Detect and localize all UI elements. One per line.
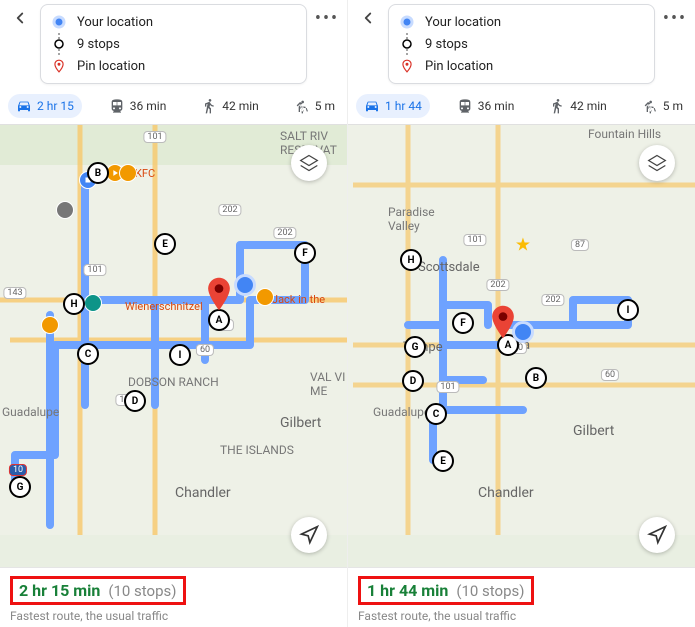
travel-modes: 1 hr 44 36 min 42 min 5 m	[348, 90, 695, 125]
stop-marker-h: H	[400, 249, 422, 271]
stop-marker-d: D	[402, 370, 424, 392]
route-shield: 60	[601, 369, 619, 381]
route-start-label: Your location	[77, 15, 153, 30]
mode-drive-time: 2 hr 15	[37, 99, 74, 113]
route-shield: 101	[143, 131, 166, 143]
mode-transit-time: 36 min	[478, 99, 515, 113]
mode-drive-time: 1 hr 44	[385, 99, 422, 113]
route-stops-label: 9 stops	[77, 37, 120, 52]
recenter-button[interactable]	[291, 517, 327, 553]
route-shield: 202	[273, 227, 296, 239]
overflow-menu-button[interactable]: •••	[313, 4, 341, 32]
mode-transit[interactable]: 36 min	[449, 94, 523, 118]
route-subtitle: Fastest route, the usual traffic	[358, 609, 685, 623]
map-canvas[interactable]: SALT RIV RESERVAT DOBSON RANCH VAL VI ME…	[0, 125, 347, 567]
mode-ride-time: 5 m	[315, 99, 335, 113]
route-card[interactable]: Your location 9 stops Pin location	[388, 4, 655, 84]
route-start-label: Your location	[425, 15, 501, 30]
top-bar: Your location 9 stops Pin location •••	[348, 0, 695, 84]
map-canvas[interactable]: Fountain Hills Paradise Valley Scottsdal…	[348, 125, 695, 567]
stop-marker-e: E	[432, 450, 454, 472]
mode-drive[interactable]: 2 hr 15	[8, 94, 82, 118]
eta-text: 1 hr 44 min	[367, 581, 448, 600]
mode-ride[interactable]: 5 m	[286, 94, 343, 118]
route-shield: 202	[486, 279, 509, 291]
top-bar: Your location 9 stops Pin location •••	[0, 0, 347, 84]
back-button[interactable]	[354, 4, 382, 32]
route-stops-label: 9 stops	[425, 37, 468, 52]
mode-ride-time: 5 m	[663, 99, 683, 113]
route-shield: 60	[196, 344, 214, 356]
stop-marker-i: I	[169, 344, 191, 366]
mode-walk[interactable]: 42 min	[193, 94, 267, 118]
mode-walk-time: 42 min	[570, 99, 607, 113]
route-shield: 87	[571, 239, 589, 251]
route-card[interactable]: Your location 9 stops Pin location	[40, 4, 307, 84]
eta-highlight: 1 hr 44 min (10 stops)	[358, 576, 534, 605]
layers-button[interactable]	[639, 145, 675, 181]
stop-marker-d: D	[124, 390, 146, 412]
route-summary: 1 hr 44 min (10 stops) Fastest route, th…	[348, 567, 695, 627]
route-shield: 202	[218, 204, 241, 216]
poi-icon	[119, 164, 137, 182]
eta-text: 2 hr 15 min	[19, 581, 100, 600]
poi-icon	[256, 288, 274, 306]
route-shield: 202	[541, 294, 564, 306]
route-shield: 10	[9, 464, 27, 476]
map-comparison-right: Your location 9 stops Pin location ••• 1…	[347, 0, 695, 627]
mode-ride[interactable]: 5 m	[634, 94, 691, 118]
route-summary: 2 hr 15 min (10 stops) Fastest route, th…	[0, 567, 347, 627]
eta-stops: (10 stops)	[456, 582, 524, 600]
map-comparison-left: Your location 9 stops Pin location ••• 2…	[0, 0, 347, 627]
stop-marker-g: G	[404, 336, 426, 358]
recenter-button[interactable]	[639, 517, 675, 553]
route-shield: 101	[463, 234, 486, 246]
destination-pin	[490, 305, 516, 343]
stop-marker-c: C	[425, 403, 447, 425]
mode-walk[interactable]: 42 min	[541, 94, 615, 118]
route-subtitle: Fastest route, the usual traffic	[10, 609, 337, 623]
poi-icon	[84, 294, 102, 312]
stop-marker-g: G	[9, 476, 31, 498]
stop-marker-i: I	[617, 299, 639, 321]
layers-button[interactable]	[291, 145, 327, 181]
eta-stops: (10 stops)	[108, 582, 176, 600]
poi-icon	[56, 201, 74, 219]
route-shield: 143	[3, 287, 26, 299]
mode-walk-time: 42 min	[222, 99, 259, 113]
mode-transit-time: 36 min	[130, 99, 167, 113]
eta-highlight: 2 hr 15 min (10 stops)	[10, 576, 186, 605]
back-button[interactable]	[6, 4, 34, 32]
stop-marker-e: E	[154, 233, 176, 255]
stop-marker-f: F	[294, 242, 316, 264]
mode-transit[interactable]: 36 min	[101, 94, 175, 118]
route-end-label: Pin location	[425, 59, 493, 74]
stop-marker-h: H	[63, 293, 85, 315]
poi-icon	[41, 316, 59, 334]
travel-modes: 2 hr 15 36 min 42 min 5 m	[0, 90, 347, 125]
overflow-menu-button[interactable]: •••	[661, 4, 689, 32]
mode-drive[interactable]: 1 hr 44	[356, 94, 430, 118]
stop-marker-b: B	[525, 367, 547, 389]
route-shield: 101	[83, 264, 106, 276]
current-location-dot	[234, 274, 256, 296]
stop-marker-f: F	[452, 312, 474, 334]
route-end-label: Pin location	[77, 59, 145, 74]
stop-marker-c: C	[77, 343, 99, 365]
destination-pin	[206, 277, 232, 315]
saved-place-star: ★	[515, 235, 531, 256]
stop-marker-b: B	[87, 162, 109, 184]
route-shield: 101	[436, 381, 459, 393]
